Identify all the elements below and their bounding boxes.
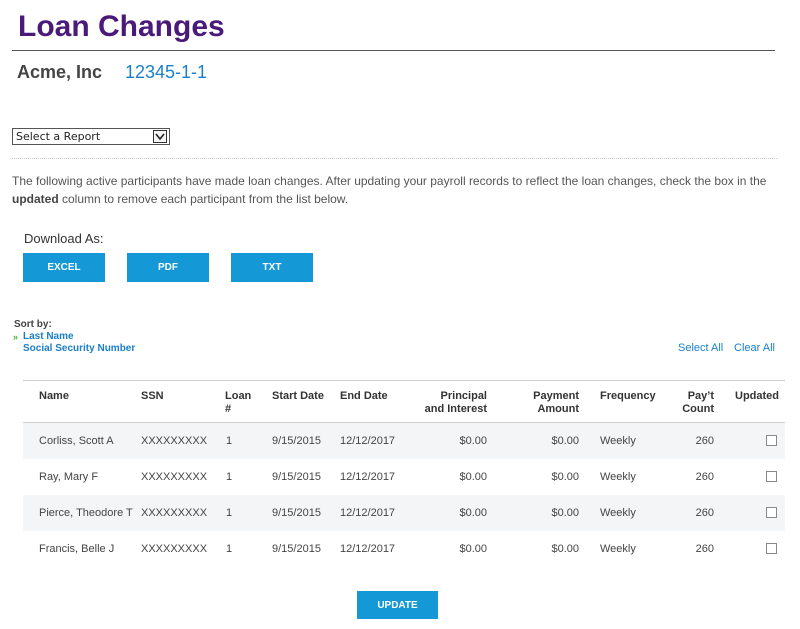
cell-principal: $0.00: [459, 471, 487, 483]
cell-ssn: XXXXXXXXX: [141, 471, 208, 483]
download-excel-button[interactable]: EXCEL: [23, 253, 105, 282]
col-header-frequency: Frequency: [600, 390, 656, 402]
clear-all-link[interactable]: Clear All: [734, 342, 775, 354]
cell-principal: $0.00: [459, 507, 487, 519]
cell-frequency: Weekly: [600, 507, 636, 519]
cell-principal: $0.00: [459, 435, 487, 447]
cell-frequency: Weekly: [600, 543, 636, 555]
cell-start-date: 9/15/2015: [272, 471, 321, 483]
cell-name: Francis, Belle J: [39, 543, 115, 555]
table-row: Corliss, Scott A XXXXXXXXX 1 9/15/2015 1…: [23, 423, 785, 459]
table-row: Pierce, Theodore T XXXXXXXXX 1 9/15/2015…: [23, 495, 785, 531]
table-row: Francis, Belle J XXXXXXXXX 1 9/15/2015 1…: [23, 531, 785, 567]
select-all-link[interactable]: Select All: [678, 342, 723, 354]
title-divider: [12, 50, 775, 51]
cell-payment: $0.00: [551, 435, 579, 447]
cell-start-date: 9/15/2015: [272, 543, 321, 555]
col-header-loan-line1: Loan: [225, 390, 252, 402]
col-header-name: Name: [39, 390, 69, 402]
intro-text: The following active participants have m…: [12, 172, 782, 208]
intro-text-bold: updated: [12, 192, 59, 206]
download-txt-button[interactable]: TXT: [231, 253, 313, 282]
report-select[interactable]: Select a Report: [12, 128, 170, 145]
col-header-loan: Loan #: [225, 390, 251, 416]
update-button[interactable]: UPDATE: [357, 591, 438, 619]
cell-payment: $0.00: [551, 507, 579, 519]
col-header-start-date: Start Date: [272, 390, 324, 402]
cell-ssn: XXXXXXXXX: [141, 543, 208, 555]
cell-loan: 1: [226, 543, 233, 555]
cell-frequency: Weekly: [600, 471, 636, 483]
chevron-down-icon[interactable]: [153, 130, 167, 143]
col-header-end-date: End Date: [340, 390, 388, 402]
cell-payt-count: 260: [695, 543, 714, 555]
cell-payment: $0.00: [551, 471, 579, 483]
updated-checkbox[interactable]: [766, 435, 777, 446]
col-header-loan-line2: #: [225, 403, 232, 415]
cell-end-date: 12/12/2017: [340, 507, 396, 519]
col-header-payt-line2: Count: [682, 403, 714, 415]
cell-payt-count: 260: [695, 471, 714, 483]
col-header-payment: Payment Amount: [500, 390, 579, 416]
company-name: Acme, Inc: [17, 62, 103, 82]
col-header-ssn: SSN: [141, 390, 164, 402]
col-header-payt-line1: Pay’t: [687, 390, 714, 402]
cell-start-date: 9/15/2015: [272, 435, 321, 447]
cell-name: Ray, Mary F: [39, 471, 99, 483]
download-label: Download As:: [24, 231, 104, 246]
cell-end-date: 12/12/2017: [340, 471, 396, 483]
col-header-updated: Updated: [735, 390, 779, 402]
updated-checkbox[interactable]: [766, 543, 777, 554]
col-header-payment-line2: Amount: [537, 403, 579, 415]
double-chevron-right-icon: »: [13, 332, 19, 342]
col-header-principal: Principal and Interest: [400, 390, 487, 416]
download-pdf-button[interactable]: PDF: [127, 253, 209, 282]
intro-text-part2: column to remove each participant from t…: [58, 192, 349, 206]
cell-loan: 1: [226, 471, 233, 483]
cell-name: Pierce, Theodore T: [39, 507, 133, 519]
cell-payt-count: 260: [695, 507, 714, 519]
cell-end-date: 12/12/2017: [340, 435, 396, 447]
col-header-principal-line1: Principal: [440, 390, 487, 402]
cell-loan: 1: [226, 507, 233, 519]
table-top-border: [23, 380, 785, 381]
report-select-value: Select a Report: [16, 130, 101, 143]
section-divider: [12, 158, 777, 159]
cell-ssn: XXXXXXXXX: [141, 507, 208, 519]
cell-payment: $0.00: [551, 543, 579, 555]
updated-checkbox[interactable]: [766, 471, 777, 482]
cell-name: Corliss, Scott A: [39, 435, 114, 447]
sort-by-ssn[interactable]: Social Security Number: [23, 343, 135, 354]
cell-loan: 1: [226, 435, 233, 447]
cell-end-date: 12/12/2017: [340, 543, 396, 555]
page-title: Loan Changes: [18, 10, 225, 43]
col-header-principal-line2: and Interest: [424, 403, 487, 415]
company-id: 12345-1-1: [125, 62, 208, 82]
cell-frequency: Weekly: [600, 435, 636, 447]
intro-text-part1: The following active participants have m…: [12, 174, 767, 188]
sort-by-last-name[interactable]: Last Name: [23, 331, 74, 342]
col-header-payment-line1: Payment: [533, 390, 579, 402]
cell-ssn: XXXXXXXXX: [141, 435, 208, 447]
cell-principal: $0.00: [459, 543, 487, 555]
sort-label: Sort by:: [14, 319, 52, 330]
cell-start-date: 9/15/2015: [272, 507, 321, 519]
table-row: Ray, Mary F XXXXXXXXX 1 9/15/2015 12/12/…: [23, 459, 785, 495]
cell-payt-count: 260: [695, 435, 714, 447]
col-header-payt-count: Pay’t Count: [660, 390, 714, 416]
updated-checkbox[interactable]: [766, 507, 777, 518]
